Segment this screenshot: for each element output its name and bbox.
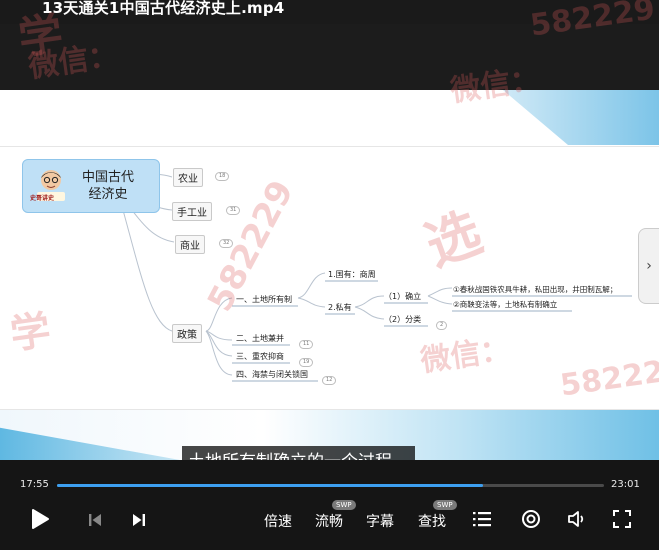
branch-commerce[interactable]: 商业 <box>175 235 205 254</box>
fullscreen-icon <box>613 510 631 528</box>
total-time: 23:01 <box>611 479 640 490</box>
policy-item-land-annexation-badge: 11 <box>299 340 314 349</box>
quality-svip-badge: SWP <box>332 500 356 510</box>
avatar-caption: 史哥讲史 <box>30 195 55 202</box>
volume-icon <box>568 511 584 527</box>
mindmap-root-title: 中国古代 经济史 <box>76 169 140 203</box>
private-classify[interactable]: （2）分类 <box>384 314 421 325</box>
record-button[interactable] <box>520 508 542 530</box>
branch-agriculture-badge: 18 <box>215 172 230 181</box>
play-button[interactable] <box>28 506 52 532</box>
caption-button[interactable]: 字幕 <box>366 511 394 531</box>
progress-fill <box>57 484 484 487</box>
skip-next-icon <box>133 514 145 526</box>
quality-button[interactable]: 流畅 <box>315 511 343 531</box>
policy-item-sea-ban[interactable]: 四、海禁与闭关锁国 <box>236 369 308 380</box>
volume-button[interactable] <box>566 508 588 530</box>
establish-item-2: ②商鞅变法等，土地私有制确立 <box>453 300 558 309</box>
ownership-private[interactable]: 2.私有 <box>328 302 352 313</box>
next-slide-button[interactable]: › <box>638 228 659 304</box>
policy-item-land-ownership[interactable]: 一、土地所有制 <box>236 294 292 305</box>
policy-item-agriculture-first[interactable]: 三、重农抑商 <box>236 351 284 362</box>
fullscreen-button[interactable] <box>611 508 633 530</box>
policy-item-sea-ban-badge: 12 <box>322 376 337 385</box>
establish-item-1: ①春秋战国铁农具牛耕，私田出现，井田制瓦解； <box>453 285 618 294</box>
speed-button[interactable]: 倍速 <box>264 511 292 531</box>
branch-policy[interactable]: 政策 <box>172 324 202 343</box>
branch-handicraft[interactable]: 手工业 <box>172 202 212 221</box>
private-establish[interactable]: （1）确立 <box>384 291 421 302</box>
private-classify-badge: 2 <box>436 321 448 330</box>
playlist-button[interactable] <box>472 509 492 529</box>
policy-item-land-annexation[interactable]: 二、土地兼并 <box>236 333 284 344</box>
chevron-right-icon: › <box>646 258 652 274</box>
branch-agriculture[interactable]: 农业 <box>173 168 203 187</box>
current-time: 17:55 <box>20 479 49 490</box>
find-svip-badge: SWP <box>433 500 457 510</box>
previous-button[interactable] <box>86 511 104 529</box>
find-button[interactable]: 查找 <box>418 511 446 531</box>
target-icon <box>522 510 540 528</box>
ownership-state[interactable]: 1.国有：商周 <box>328 269 376 280</box>
player-controls <box>0 460 659 550</box>
branch-commerce-badge: 32 <box>219 239 234 248</box>
root-title-line-2: 经济史 <box>88 187 128 202</box>
progress-bar[interactable] <box>57 484 604 487</box>
list-icon <box>473 512 491 527</box>
root-title-line-1: 中国古代 <box>81 170 134 185</box>
branch-handicraft-badge: 31 <box>226 206 241 215</box>
policy-item-agriculture-first-badge: 19 <box>299 358 314 367</box>
play-icon <box>32 509 49 529</box>
skip-previous-icon <box>89 514 101 526</box>
next-button[interactable] <box>130 511 148 529</box>
